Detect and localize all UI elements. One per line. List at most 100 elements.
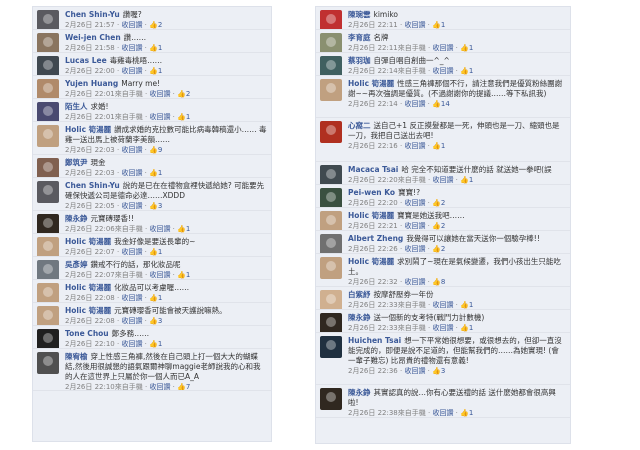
like-count[interactable]: 1 <box>186 225 190 233</box>
avatar[interactable] <box>320 336 342 358</box>
avatar[interactable] <box>37 79 59 98</box>
like-count[interactable]: 8 <box>441 278 445 286</box>
like-count[interactable]: 14 <box>441 100 450 108</box>
thumbs-up-icon[interactable]: 👍 <box>149 248 158 256</box>
comment-timestamp[interactable]: 2月26日 22:11 <box>348 44 398 52</box>
unlike-link[interactable]: 收回讚 <box>404 199 425 207</box>
comment-timestamp[interactable]: 2月26日 22:08 <box>65 294 115 302</box>
thumbs-up-icon[interactable]: 👍 <box>149 294 158 302</box>
like-count[interactable]: 1 <box>469 44 473 52</box>
comment-timestamp[interactable]: 2月26日 22:01 <box>65 113 115 121</box>
comment-timestamp[interactable]: 2月26日 22:38 <box>348 409 398 417</box>
like-count[interactable]: 1 <box>158 44 162 52</box>
comment-author-link[interactable]: 吳彥婷 <box>65 260 88 269</box>
unlike-link[interactable]: 收回讚 <box>121 340 142 348</box>
thumbs-up-icon[interactable]: 👍 <box>432 278 441 286</box>
avatar[interactable] <box>37 237 59 256</box>
comment-author-link[interactable]: 鄭筑尹 <box>65 158 88 167</box>
avatar[interactable] <box>320 211 342 230</box>
comment-author-link[interactable]: 陳琬雲 <box>348 10 371 19</box>
comment-author-link[interactable]: 白紫紓 <box>348 290 371 299</box>
avatar[interactable] <box>37 10 59 29</box>
thumbs-up-icon[interactable]: 👍 <box>460 44 469 52</box>
comment-timestamp[interactable]: 2月26日 22:26 <box>348 245 398 253</box>
like-count[interactable]: 1 <box>158 67 162 75</box>
like-count[interactable]: 2 <box>186 90 190 98</box>
comment-timestamp[interactable]: 2月26日 22:33 <box>348 301 398 309</box>
comment-author-link[interactable]: Holic 筍湯麗 <box>348 79 394 88</box>
comment-timestamp[interactable]: 2月26日 22:00 <box>65 67 115 75</box>
like-count[interactable]: 1 <box>186 271 190 279</box>
comment-author-link[interactable]: 陳永錚 <box>65 214 88 223</box>
comment-author-link[interactable]: Holic 筍湯麗 <box>348 211 394 220</box>
comment-timestamp[interactable]: 2月26日 22:10 <box>65 383 115 390</box>
avatar[interactable] <box>320 290 342 309</box>
comment-timestamp[interactable]: 2月26日 22:20 <box>348 199 398 207</box>
thumbs-up-icon[interactable]: 👍 <box>460 301 469 309</box>
comment-timestamp[interactable]: 2月26日 22:14 <box>348 67 398 75</box>
unlike-link[interactable]: 收回讚 <box>432 44 453 52</box>
like-count[interactable]: 3 <box>441 367 445 375</box>
comment-timestamp[interactable]: 2月26日 22:14 <box>348 100 398 108</box>
comment-timestamp[interactable]: 2月26日 22:20 <box>348 176 398 184</box>
comment-author-link[interactable]: Holic 筍湯麗 <box>65 237 111 246</box>
comment-timestamp[interactable]: 2月26日 22:10 <box>65 340 115 348</box>
thumbs-up-icon[interactable]: 👍 <box>432 100 441 108</box>
thumbs-up-icon[interactable]: 👍 <box>149 202 158 210</box>
unlike-link[interactable]: 收回讚 <box>121 21 142 29</box>
comment-author-link[interactable]: 心窩二 <box>348 121 371 130</box>
unlike-link[interactable]: 收回讚 <box>121 317 142 325</box>
like-count[interactable]: 2 <box>441 222 445 230</box>
comment-author-link[interactable]: Pei-wen Ko <box>348 188 395 197</box>
thumbs-up-icon[interactable]: 👍 <box>149 44 158 52</box>
avatar[interactable] <box>37 56 59 75</box>
avatar[interactable] <box>320 10 342 29</box>
comment-author-link[interactable]: Holic 筍湯麗 <box>65 125 111 134</box>
comment-timestamp[interactable]: 2月26日 22:36 <box>348 367 398 375</box>
comment-author-link[interactable]: 李育庭 <box>348 33 371 42</box>
unlike-link[interactable]: 收回讚 <box>404 367 425 375</box>
like-count[interactable]: 2 <box>158 21 162 29</box>
avatar[interactable] <box>37 306 59 325</box>
like-count[interactable]: 1 <box>441 142 445 150</box>
like-count[interactable]: 1 <box>469 301 473 309</box>
thumbs-up-icon[interactable]: 👍 <box>149 21 158 29</box>
unlike-link[interactable]: 收回讚 <box>121 67 142 75</box>
unlike-link[interactable]: 收回讚 <box>121 294 142 302</box>
like-count[interactable]: 3 <box>158 317 162 325</box>
avatar[interactable] <box>320 56 342 75</box>
unlike-link[interactable]: 收回讚 <box>121 146 142 154</box>
unlike-link[interactable]: 收回讚 <box>149 113 170 121</box>
like-count[interactable]: 1 <box>469 409 473 417</box>
comment-timestamp[interactable]: 2月26日 22:06 <box>65 225 115 233</box>
unlike-link[interactable]: 收回讚 <box>404 21 425 29</box>
like-count[interactable]: 2 <box>441 245 445 253</box>
like-count[interactable]: 1 <box>158 248 162 256</box>
thumbs-up-icon[interactable]: 👍 <box>177 271 186 279</box>
thumbs-up-icon[interactable]: 👍 <box>460 176 469 184</box>
unlike-link[interactable]: 收回讚 <box>149 271 170 279</box>
avatar[interactable] <box>320 79 342 101</box>
comment-author-link[interactable]: Macaca Tsai <box>348 165 398 174</box>
unlike-link[interactable]: 收回讚 <box>432 409 453 417</box>
comment-timestamp[interactable]: 2月26日 22:07 <box>65 248 115 256</box>
unlike-link[interactable]: 收回讚 <box>149 90 170 98</box>
thumbs-up-icon[interactable]: 👍 <box>177 383 186 390</box>
comment-author-link[interactable]: Huichen Tsai <box>348 336 401 345</box>
comment-author-link[interactable]: Holic 筍湯麗 <box>348 257 394 266</box>
comment-timestamp[interactable]: 2月26日 22:07 <box>65 271 115 279</box>
avatar[interactable] <box>320 388 342 410</box>
thumbs-up-icon[interactable]: 👍 <box>460 67 469 75</box>
avatar[interactable] <box>37 283 59 302</box>
thumbs-up-icon[interactable]: 👍 <box>432 367 441 375</box>
avatar[interactable] <box>37 158 59 177</box>
avatar[interactable] <box>320 188 342 207</box>
comment-author-link[interactable]: Chen Shin-Yu <box>65 10 120 19</box>
comment-author-link[interactable]: Wei-jen Chen <box>65 33 121 42</box>
comment-timestamp[interactable]: 2月26日 22:16 <box>348 142 398 150</box>
comment-timestamp[interactable]: 2月26日 22:21 <box>348 222 398 230</box>
avatar[interactable] <box>37 329 59 348</box>
comment-author-link[interactable]: Holic 筍湯麗 <box>65 306 111 315</box>
thumbs-up-icon[interactable]: 👍 <box>460 324 469 332</box>
unlike-link[interactable]: 收回讚 <box>404 100 425 108</box>
